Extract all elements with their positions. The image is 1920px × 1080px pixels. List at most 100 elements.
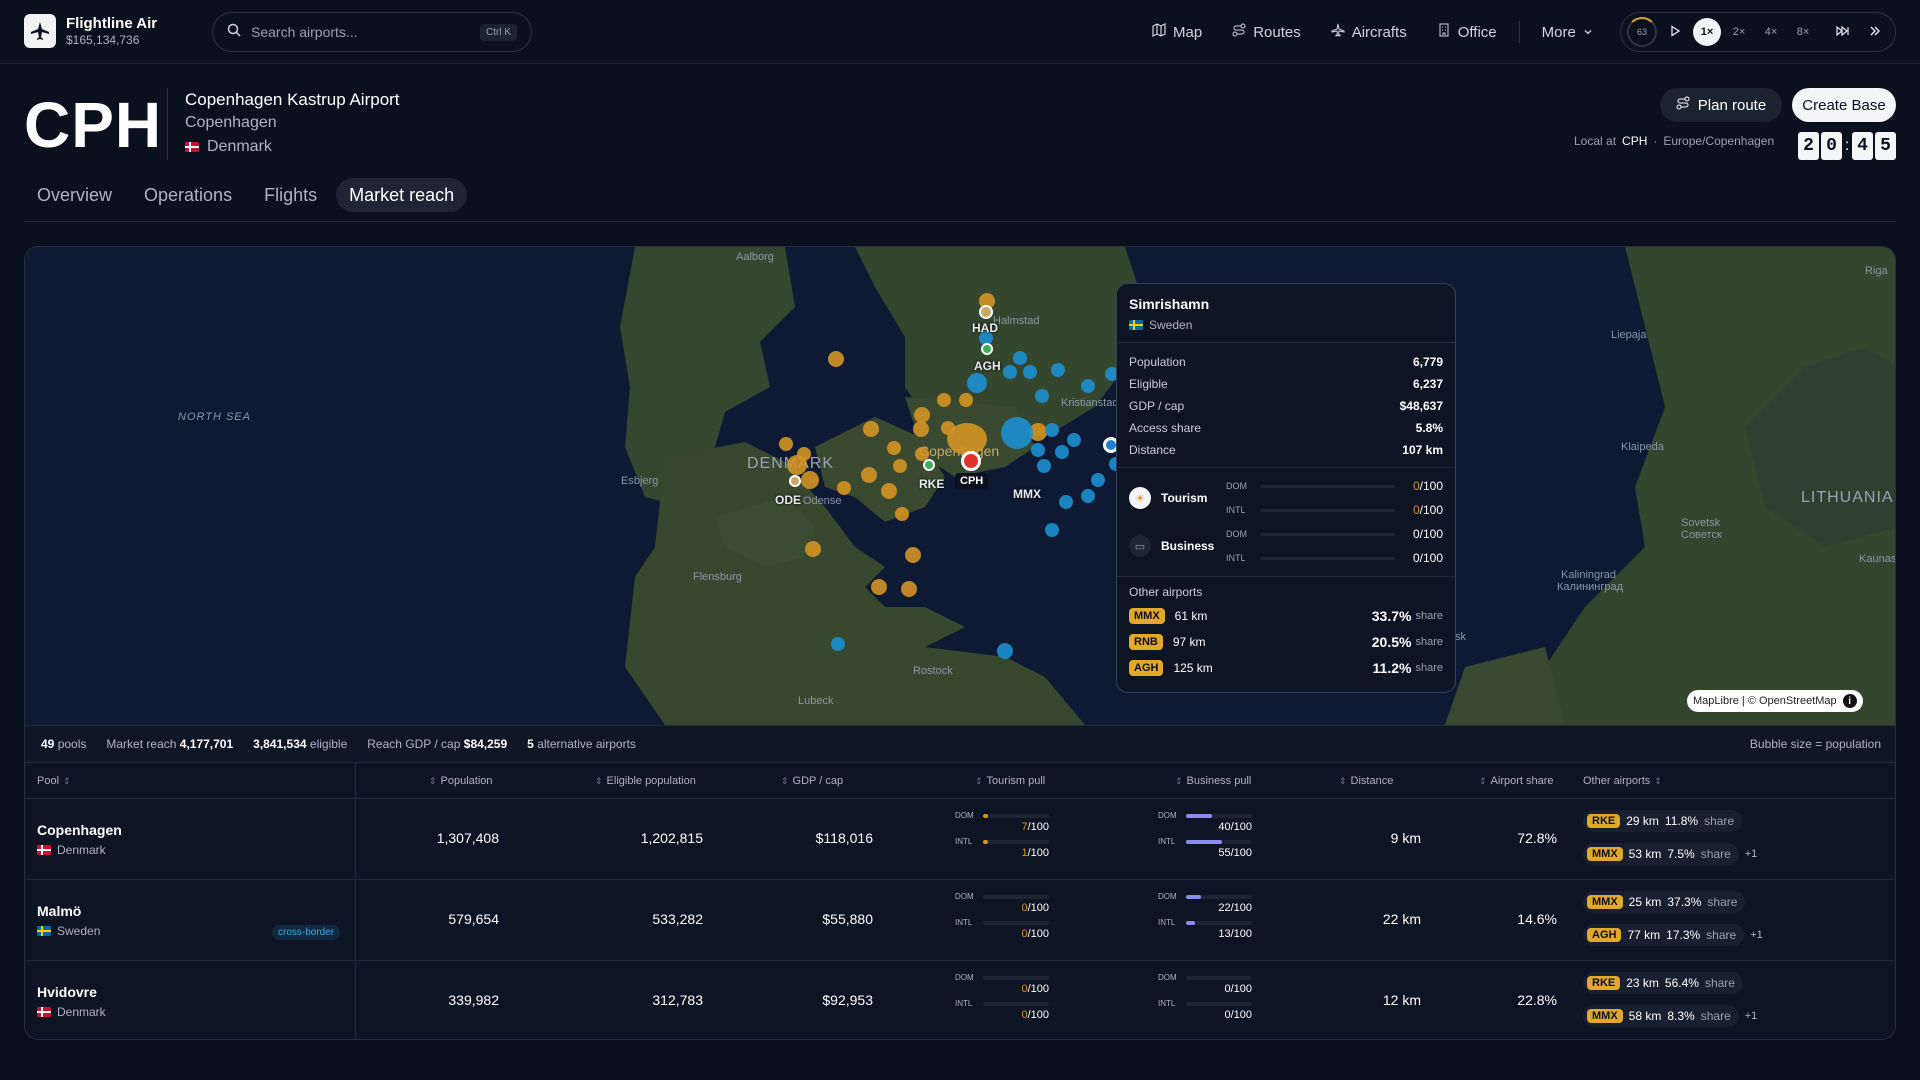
map-label: Halmstad [993, 315, 1040, 327]
nav-office[interactable]: Office [1437, 23, 1497, 41]
sort-icon: ⇕ [781, 775, 789, 786]
pool-bubble[interactable] [1023, 365, 1037, 379]
col-header-distance[interactable]: ⇕ Distance [1339, 763, 1393, 799]
play-button[interactable] [1661, 18, 1689, 46]
pool-bubble[interactable] [828, 351, 844, 367]
pool-bubble[interactable] [959, 393, 973, 407]
table-row[interactable]: Hvidovre Denmark 339,982 312,783 $92,953… [25, 961, 1895, 1039]
other-airport-chip[interactable]: RKE 23 km 56.4% share [1583, 972, 1743, 994]
skip-button[interactable] [1829, 18, 1857, 46]
pull-max: /100 [1419, 479, 1443, 493]
pool-bubble[interactable] [887, 441, 901, 455]
col-header-share[interactable]: ⇕ Airport share [1479, 763, 1554, 799]
fast-forward-button[interactable] [1861, 18, 1889, 46]
tab-overview[interactable]: Overview [24, 178, 125, 212]
pool-bubble[interactable] [863, 421, 879, 437]
pool-popup: Simrishamn Sweden Population 6,779 Eligib… [1116, 283, 1456, 693]
col-header-other[interactable]: Other airports ⇕ [1583, 763, 1662, 799]
more-airports[interactable]: +1 [1745, 848, 1758, 860]
pool-bubble[interactable] [1067, 433, 1081, 447]
pool-bubble[interactable] [1001, 417, 1033, 449]
pool-bubble[interactable] [1035, 389, 1049, 403]
other-airport-row[interactable]: MMX 61 km 33.7% share [1129, 603, 1443, 629]
pool-bubble[interactable] [905, 547, 921, 563]
pool-bubble[interactable] [1003, 365, 1017, 379]
nav-routes[interactable]: Routes [1232, 23, 1301, 41]
pool-bubble[interactable] [871, 579, 887, 595]
other-airport-chip[interactable]: MMX 25 km 37.3% share [1583, 891, 1746, 913]
col-header-gdp[interactable]: ⇕ GDP / cap [781, 763, 843, 799]
speed-4x-button[interactable]: 4× [1757, 18, 1785, 46]
nav-more[interactable]: More [1542, 24, 1593, 41]
pool-bubble[interactable] [895, 507, 909, 521]
tab-operations[interactable]: Operations [131, 178, 245, 212]
pool-bubble[interactable] [831, 637, 845, 651]
pool-bubble[interactable] [861, 467, 877, 483]
plan-route-button[interactable]: Plan route [1660, 88, 1782, 122]
pool-bubble[interactable] [881, 483, 897, 499]
more-airports[interactable]: +1 [1750, 929, 1763, 941]
other-airport-chip[interactable]: MMX 53 km 7.5% share [1583, 843, 1739, 865]
pool-bubble[interactable] [1055, 445, 1069, 459]
more-airports[interactable]: +1 [1745, 1010, 1758, 1022]
create-base-button[interactable]: Create Base [1792, 88, 1896, 122]
airport-marker-rke[interactable] [923, 459, 935, 471]
pool-bubble[interactable] [1081, 489, 1095, 503]
pool-bubble[interactable] [1045, 523, 1059, 537]
pool-bubble[interactable] [801, 471, 819, 489]
tab-flights[interactable]: Flights [251, 178, 330, 212]
pool-bubble[interactable] [997, 643, 1013, 659]
pool-bubble[interactable] [967, 373, 987, 393]
nav-aircrafts[interactable]: Aircrafts [1331, 23, 1407, 41]
other-airport-row[interactable]: AGH 125 km 11.2% share [1129, 655, 1443, 681]
pool-bubble[interactable] [1013, 351, 1027, 365]
other-airport-chip[interactable]: MMX 58 km 8.3% share [1583, 1005, 1739, 1027]
other-airport-chip[interactable]: RKE 29 km 11.8% share [1583, 810, 1743, 832]
nav-map[interactable]: Map [1152, 23, 1202, 41]
col-header-tourism[interactable]: ⇕ Tourism pull [975, 763, 1045, 799]
search-input[interactable]: Search airports... [251, 24, 470, 40]
pool-bubble[interactable] [1037, 459, 1051, 473]
pool-bubble[interactable] [1051, 363, 1065, 377]
pool-bubble[interactable] [1045, 423, 1059, 437]
airport-marker-ode[interactable] [789, 475, 801, 487]
pool-country: Denmark [37, 843, 106, 857]
col-header-pool[interactable]: Pool ⇕ [37, 763, 71, 799]
other-airport-chip[interactable]: AGH 77 km 17.3% share [1583, 924, 1745, 946]
tourism-pull: ☀ Tourism DOM 0/100 INTL 0/100 [1129, 474, 1443, 522]
pool-bubble[interactable] [779, 437, 793, 451]
col-label: Pool [37, 775, 60, 787]
col-header-eligible[interactable]: ⇕ Eligible population [595, 763, 696, 799]
pool-bubble[interactable] [1081, 379, 1095, 393]
speed-1x-button[interactable]: 1× [1693, 18, 1721, 46]
col-header-business[interactable]: ⇕ Business pull [1175, 763, 1251, 799]
airport-marker-cph[interactable] [961, 451, 981, 471]
pool-bubble[interactable] [1059, 495, 1073, 509]
other-airport-row[interactable]: RNB 97 km 20.5% share [1129, 629, 1443, 655]
pool-bubble[interactable] [901, 581, 917, 597]
airport-code: RKE [1587, 976, 1621, 990]
pool-bubble[interactable] [947, 423, 987, 455]
pool-bubble[interactable] [837, 481, 851, 495]
airport-distance: 97 km [1172, 635, 1206, 649]
brand[interactable]: Flightline Air $165,134,736 [24, 14, 157, 48]
pool-bubble[interactable] [1091, 473, 1105, 487]
info-icon[interactable]: i [1842, 694, 1857, 708]
pool-bubble[interactable] [937, 393, 951, 407]
pool-bubble[interactable] [893, 459, 907, 473]
pool-bubble[interactable] [913, 421, 929, 437]
col-header-population[interactable]: ⇕ Population [429, 763, 493, 799]
airport-marker-had[interactable] [979, 305, 993, 319]
table-row[interactable]: Malmö Sweden cross-border 579,654 533,28… [25, 880, 1895, 961]
col-label: Distance [1350, 775, 1394, 787]
speed-8x-button[interactable]: 8× [1789, 18, 1817, 46]
pool-bubble[interactable] [805, 541, 821, 557]
search-box[interactable]: Search airports... Ctrl K [212, 12, 532, 52]
airport-marker-agh[interactable] [981, 343, 993, 355]
pool-bubble[interactable] [1031, 443, 1045, 457]
speed-2x-button[interactable]: 2× [1725, 18, 1753, 46]
tab-market-reach[interactable]: Market reach [336, 178, 468, 212]
table-row[interactable]: Copenhagen Denmark 1,307,408 1,202,815 $… [25, 799, 1895, 880]
map-attribution[interactable]: MapLibre | © OpenStreetMap i [1687, 690, 1863, 712]
market-map[interactable]: Aalborg Halmstad NORTH SEA DENMARK Esbje… [25, 247, 1895, 725]
